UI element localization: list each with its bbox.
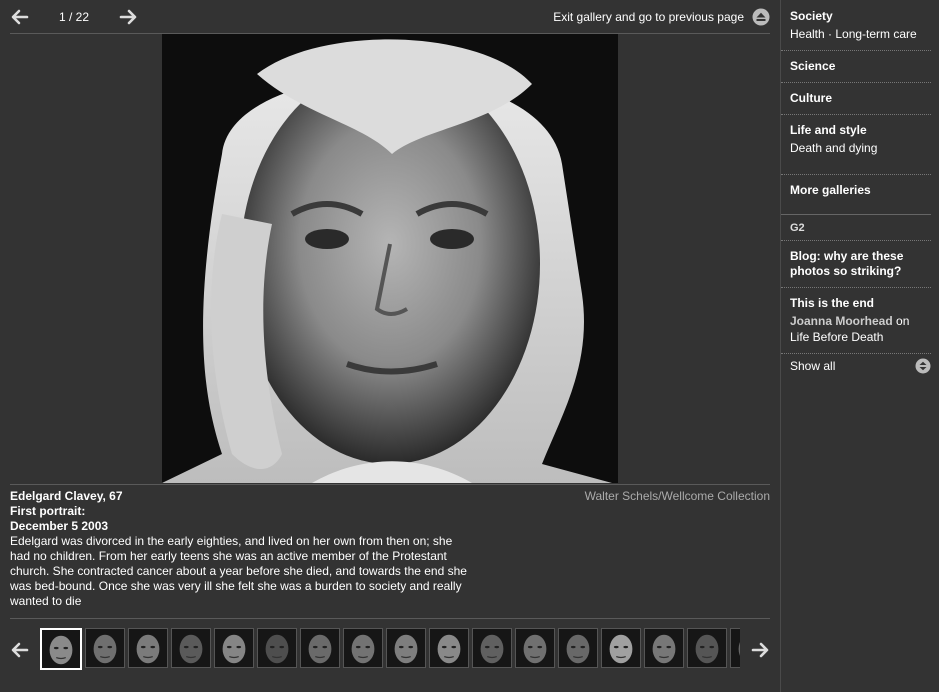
thumbnail-image <box>559 629 597 667</box>
sidebar-link-society[interactable]: Society <box>790 9 922 24</box>
caption-portrait-date: December 5 2003 <box>10 519 109 533</box>
thumbnail-image <box>430 629 468 667</box>
thumbnail-image <box>215 629 253 667</box>
sidebar-section-blog: Blog: why are these photos so striking? <box>781 241 931 288</box>
more-galleries-heading: More galleries <box>790 183 871 197</box>
sidebar-link-health[interactable]: Health · Long-term care <box>790 26 922 42</box>
photo-caption: Edelgard Clavey, 67 First portrait: Dece… <box>10 489 470 609</box>
thumbnail-item[interactable] <box>343 628 383 668</box>
end-byline: Joanna Moorhead on Life Before Death <box>790 313 922 345</box>
thumbnail-strip <box>40 628 740 672</box>
thumbnail-image <box>258 629 296 667</box>
sidebar-section-society: Society Health · Long-term care <box>781 0 931 51</box>
thumbnails-prev-button[interactable] <box>8 638 32 662</box>
photo-counter: 1 / 22 <box>58 10 90 24</box>
thumbnail-item[interactable] <box>601 628 641 668</box>
caption-portrait-label: First portrait: <box>10 504 86 518</box>
show-all-button[interactable]: Show all <box>781 354 931 378</box>
arrow-right-icon <box>751 642 769 658</box>
expand-circle-icon <box>915 358 931 374</box>
sidebar-section-science: Science <box>781 51 931 83</box>
thumbnail-item[interactable] <box>128 628 168 668</box>
sidebar-link-science[interactable]: Science <box>790 59 922 74</box>
arrow-left-icon <box>11 642 29 658</box>
portrait-image <box>162 34 618 483</box>
blog-link[interactable]: Blog: why are these photos so striking? <box>790 249 922 279</box>
exit-gallery-link[interactable]: Exit gallery and go to previous page <box>553 10 744 24</box>
thumbnail-item[interactable] <box>472 628 512 668</box>
thumbnail-item[interactable] <box>40 628 82 670</box>
sidebar-link-culture[interactable]: Culture <box>790 91 922 106</box>
sidebar: Society Health · Long-term care Science … <box>780 0 939 692</box>
thumbnail-image <box>387 629 425 667</box>
thumbnail-item[interactable] <box>558 628 598 668</box>
eject-circle-icon[interactable] <box>752 8 770 26</box>
next-photo-button[interactable] <box>116 5 140 29</box>
thumbnail-item[interactable] <box>515 628 555 668</box>
end-on: on <box>896 314 910 328</box>
arrow-right-icon <box>119 9 137 25</box>
main-portrait-photo <box>162 34 618 483</box>
thumbnail-image <box>645 629 683 667</box>
thumbnail-image <box>344 629 382 667</box>
thumbnail-item[interactable] <box>644 628 684 668</box>
thumbnail-item[interactable] <box>85 628 125 668</box>
thumbnail-item[interactable] <box>386 628 426 668</box>
g2-label: G2 <box>790 222 805 234</box>
caption-description: Edelgard was divorced in the early eight… <box>10 534 467 608</box>
author-link[interactable]: Joanna Moorhead <box>790 314 893 328</box>
thumbnail-image <box>42 630 80 668</box>
thumbnail-image <box>516 629 554 667</box>
thumbnail-image <box>602 629 640 667</box>
sidebar-section-more: More galleries <box>781 175 931 215</box>
thumbnail-item[interactable] <box>257 628 297 668</box>
sidebar-section-end: This is the end Joanna Moorhead on Life B… <box>781 288 931 354</box>
thumbnail-image <box>301 629 339 667</box>
show-all-label: Show all <box>790 359 836 373</box>
sidebar-section-life: Life and style Death and dying <box>781 115 931 175</box>
end-subject: Life Before Death <box>790 330 884 344</box>
thumbnail-image <box>86 629 124 667</box>
thumbnail-item[interactable] <box>730 628 740 668</box>
thumbnail-item[interactable] <box>300 628 340 668</box>
thumbnail-image <box>129 629 167 667</box>
thumbnails-next-button[interactable] <box>748 638 772 662</box>
thumbnail-divider <box>10 618 770 619</box>
sidebar-link-death-and-dying[interactable]: Death and dying <box>790 140 922 156</box>
thumbnail-item[interactable] <box>214 628 254 668</box>
gallery-main: 1 / 22 Exit gallery and go to previous p… <box>0 0 780 692</box>
thumbnail-image <box>473 629 511 667</box>
sidebar-section-culture: Culture <box>781 83 931 115</box>
caption-divider <box>10 484 770 485</box>
thumbnail-item[interactable] <box>171 628 211 668</box>
arrow-left-icon <box>11 9 29 25</box>
thumbnail-item[interactable] <box>429 628 469 668</box>
thumbnail-image <box>731 629 740 667</box>
this-is-the-end-link[interactable]: This is the end <box>790 296 922 311</box>
thumbnail-image <box>172 629 210 667</box>
photo-credit: Walter Schels/Wellcome Collection <box>584 489 770 503</box>
sidebar-section-g2: G2 <box>781 215 931 241</box>
thumbnail-item[interactable] <box>687 628 727 668</box>
prev-photo-button[interactable] <box>8 5 32 29</box>
thumbnail-image <box>688 629 726 667</box>
sidebar-link-life-and-style[interactable]: Life and style <box>790 123 922 138</box>
caption-name: Edelgard Clavey, 67 <box>10 489 123 503</box>
